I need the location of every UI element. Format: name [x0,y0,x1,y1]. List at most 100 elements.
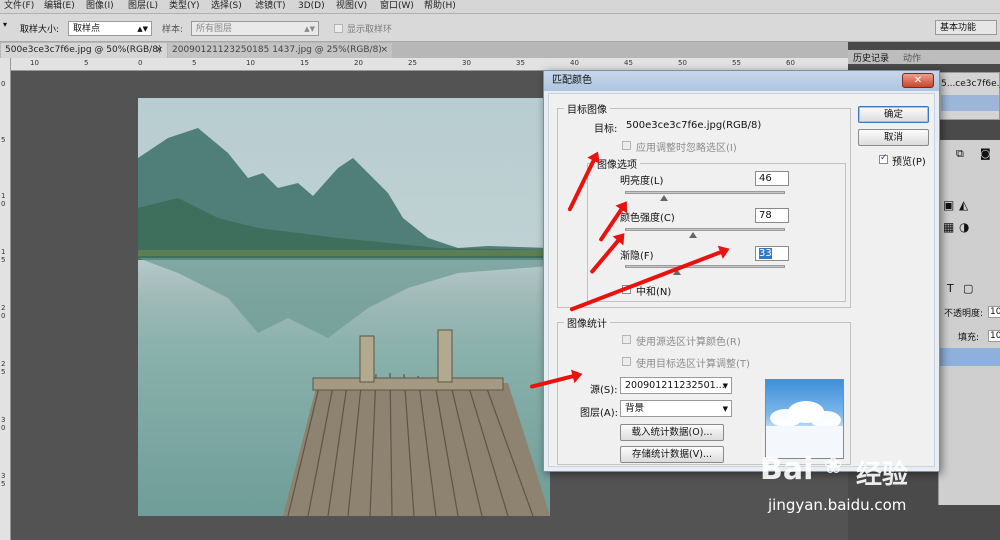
tool-preset-arrow-icon[interactable]: ▾ [3,20,7,29]
preview-checkbox[interactable] [879,153,888,164]
menu-edit[interactable]: 编辑(E) [44,0,75,12]
load-statistics-button[interactable]: 载入统计数据(O)... [620,424,724,441]
sample-size-select[interactable]: 取样点 ▲▼ [68,21,152,36]
layer-select[interactable]: 背景 ▼ [620,400,732,417]
layer-style-icon[interactable]: ▣ [943,198,954,212]
menu-file[interactable]: 文件(F) [4,0,34,12]
luminance-slider-track[interactable] [625,191,785,201]
chevron-down-icon: ▼ [722,405,728,413]
history-file-label: 5...ce3c7f6e.jpg [941,79,1000,89]
ruler-tick-label: 30 [462,59,471,67]
menu-select[interactable]: 选择(S) [211,0,242,12]
tab-history[interactable]: 历史记录 [853,51,889,64]
channel-icon[interactable]: ◑ [959,220,969,234]
opacity-value[interactable]: 100 [988,306,1000,318]
ruler-tick-label: 0 [138,59,143,67]
tab-actions[interactable]: 动作 [903,51,921,64]
cloud-image [766,401,843,458]
ruler-tick-label: 1 0 [1,192,6,208]
canvas-image[interactable] [138,98,550,516]
close-icon[interactable]: × [155,43,163,58]
ruler-tick-label: 20 [354,59,363,67]
color-intensity-value: 78 [759,210,772,221]
color-intensity-slider-thumb[interactable] [689,232,697,238]
camera-icon[interactable]: ◙ [980,147,991,160]
menu-type[interactable]: 类型(Y) [169,0,200,12]
history-state-selected[interactable] [941,95,999,111]
opacity-label: 不透明度: [944,309,984,319]
ruler-tick-label: 35 [516,59,525,67]
save-statistics-button[interactable]: 存储统计数据(V)... [620,446,724,463]
ok-button[interactable]: 确定 [858,106,929,123]
tab-document-1[interactable]: 500e3ce3c7f6e.jpg @ 50%(RGB/8) × [1,43,167,58]
color-intensity-input[interactable]: 78 [755,208,789,223]
ignore-selection-checkbox[interactable] [622,141,631,150]
use-target-selection-checkbox[interactable] [622,357,631,366]
menu-help[interactable]: 帮助(H) [424,0,456,12]
ruler-tick-label: 0 [1,80,6,88]
fade-input[interactable]: 33 [755,246,789,261]
ruler-tick-label: 2 0 [1,304,6,320]
mountain-reflection [138,258,550,338]
ruler-tick-label: 55 [732,59,741,67]
use-target-selection-label: 使用目标选区计算调整(T) [636,359,750,370]
cancel-button[interactable]: 取消 [858,129,929,146]
fade-value: 33 [759,248,772,259]
watermark-url: jingyan.baidu.com [768,496,907,514]
layer-value: 背景 [625,403,645,414]
menu-view[interactable]: 视图(V) [336,0,367,12]
close-icon[interactable]: × [380,43,388,58]
menu-3d[interactable]: 3D(D) [298,0,325,12]
ignore-selection-label: 应用调整时忽略选区(I) [636,143,737,154]
layer-label: 图层(A): [580,408,619,419]
image-statistics-legend: 图像统计 [567,319,607,330]
preview-label: 预览(P) [892,157,926,168]
tab-document-2[interactable]: 20090121123250185 1437.jpg @ 25%(RGB/8) … [168,43,392,58]
luminance-label: 明亮度(L) [620,176,664,187]
fill-label: 填充: [958,333,980,343]
ruler-tick-label: 40 [570,59,579,67]
use-source-selection-checkbox[interactable] [622,335,631,344]
workspace-select[interactable]: 基本功能 [935,20,997,35]
dialog-close-button[interactable]: ✕ [902,73,934,88]
show-ring-checkbox[interactable] [334,24,343,33]
fill-value[interactable]: 100 [988,330,1000,342]
fade-slider-track[interactable] [625,265,785,275]
menu-image[interactable]: 图像(I) [86,0,114,12]
ruler-tick-label: 45 [624,59,633,67]
adjustment-icon[interactable]: ◭ [959,198,968,212]
luminance-input[interactable]: 46 [755,171,789,186]
ruler-tick-label: 25 [408,59,417,67]
paw-icon: ❀ [824,454,843,479]
neutralize-label: 中和(N) [636,287,672,298]
bamboo-raft [283,329,550,516]
menu-window[interactable]: 窗口(W) [380,0,414,12]
baidu-watermark: Bai ❀ 经验 [760,452,950,492]
ruler-tick-label: 3 0 [1,416,6,432]
ruler-tick-label: 10 [246,59,255,67]
luminance-value: 46 [759,173,772,184]
history-panel-header: 历史记录 动作 [848,50,1000,64]
mask-icon[interactable]: ▦ [943,220,954,234]
color-intensity-slider-track[interactable] [625,228,785,238]
snapshot-icon[interactable]: ⧉ [956,147,964,161]
tab-document-2-label: 20090121123250185 1437.jpg @ 25%(RGB/8) [172,45,382,55]
sample-size-value: 取样点 [73,24,101,34]
menu-filter[interactable]: 滤镜(T) [255,0,286,12]
source-select[interactable]: 200901211232501... ▼ [620,377,732,394]
ruler-tick-label: 5 [1,136,6,144]
layer-row-selected[interactable] [939,348,1000,366]
target-value: 500e3ce3c7f6e.jpg(RGB/8) [626,120,762,131]
source-preview-thumbnail [765,379,844,459]
sample-value: 所有图层 [196,24,233,34]
type-filter-icon[interactable]: T [947,282,954,295]
ruler-tick-label: 5 [84,59,89,67]
chevron-down-icon: ▲▼ [304,25,315,33]
show-ring-label: 显示取样环 [347,25,393,35]
shape-filter-icon[interactable]: ▢ [963,282,973,295]
ruler-tick-label: 1 5 [1,248,6,264]
menu-layer[interactable]: 图层(L) [128,0,158,12]
luminance-slider-thumb[interactable] [660,195,668,201]
sample-select[interactable]: 所有图层 ▲▼ [191,21,319,36]
ruler-tick-label: 5 [192,59,197,67]
